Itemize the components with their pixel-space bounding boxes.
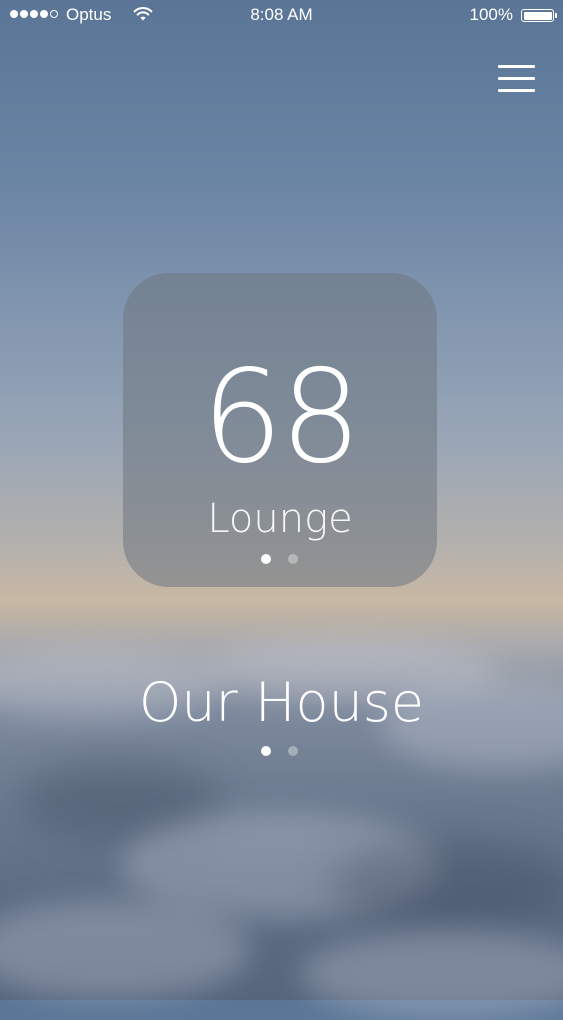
temperature-value: 68 [201,343,362,492]
battery-icon [521,9,557,22]
house-page-dot-2[interactable] [288,746,298,756]
room-page-dot-2[interactable] [288,554,298,564]
room-temperature-card[interactable]: 68 Lounge [123,273,437,587]
room-name: Lounge [207,496,353,542]
menu-button[interactable] [494,62,540,96]
room-page-dot-1[interactable] [261,554,271,564]
house-page-dot-1[interactable] [261,746,271,756]
house-page-indicator [261,746,298,756]
battery-percentage: 100% [469,5,513,24]
status-bar: Optus 8:08 AM 100% [0,0,563,32]
room-page-indicator [261,554,298,564]
house-title: Our House [138,671,425,734]
